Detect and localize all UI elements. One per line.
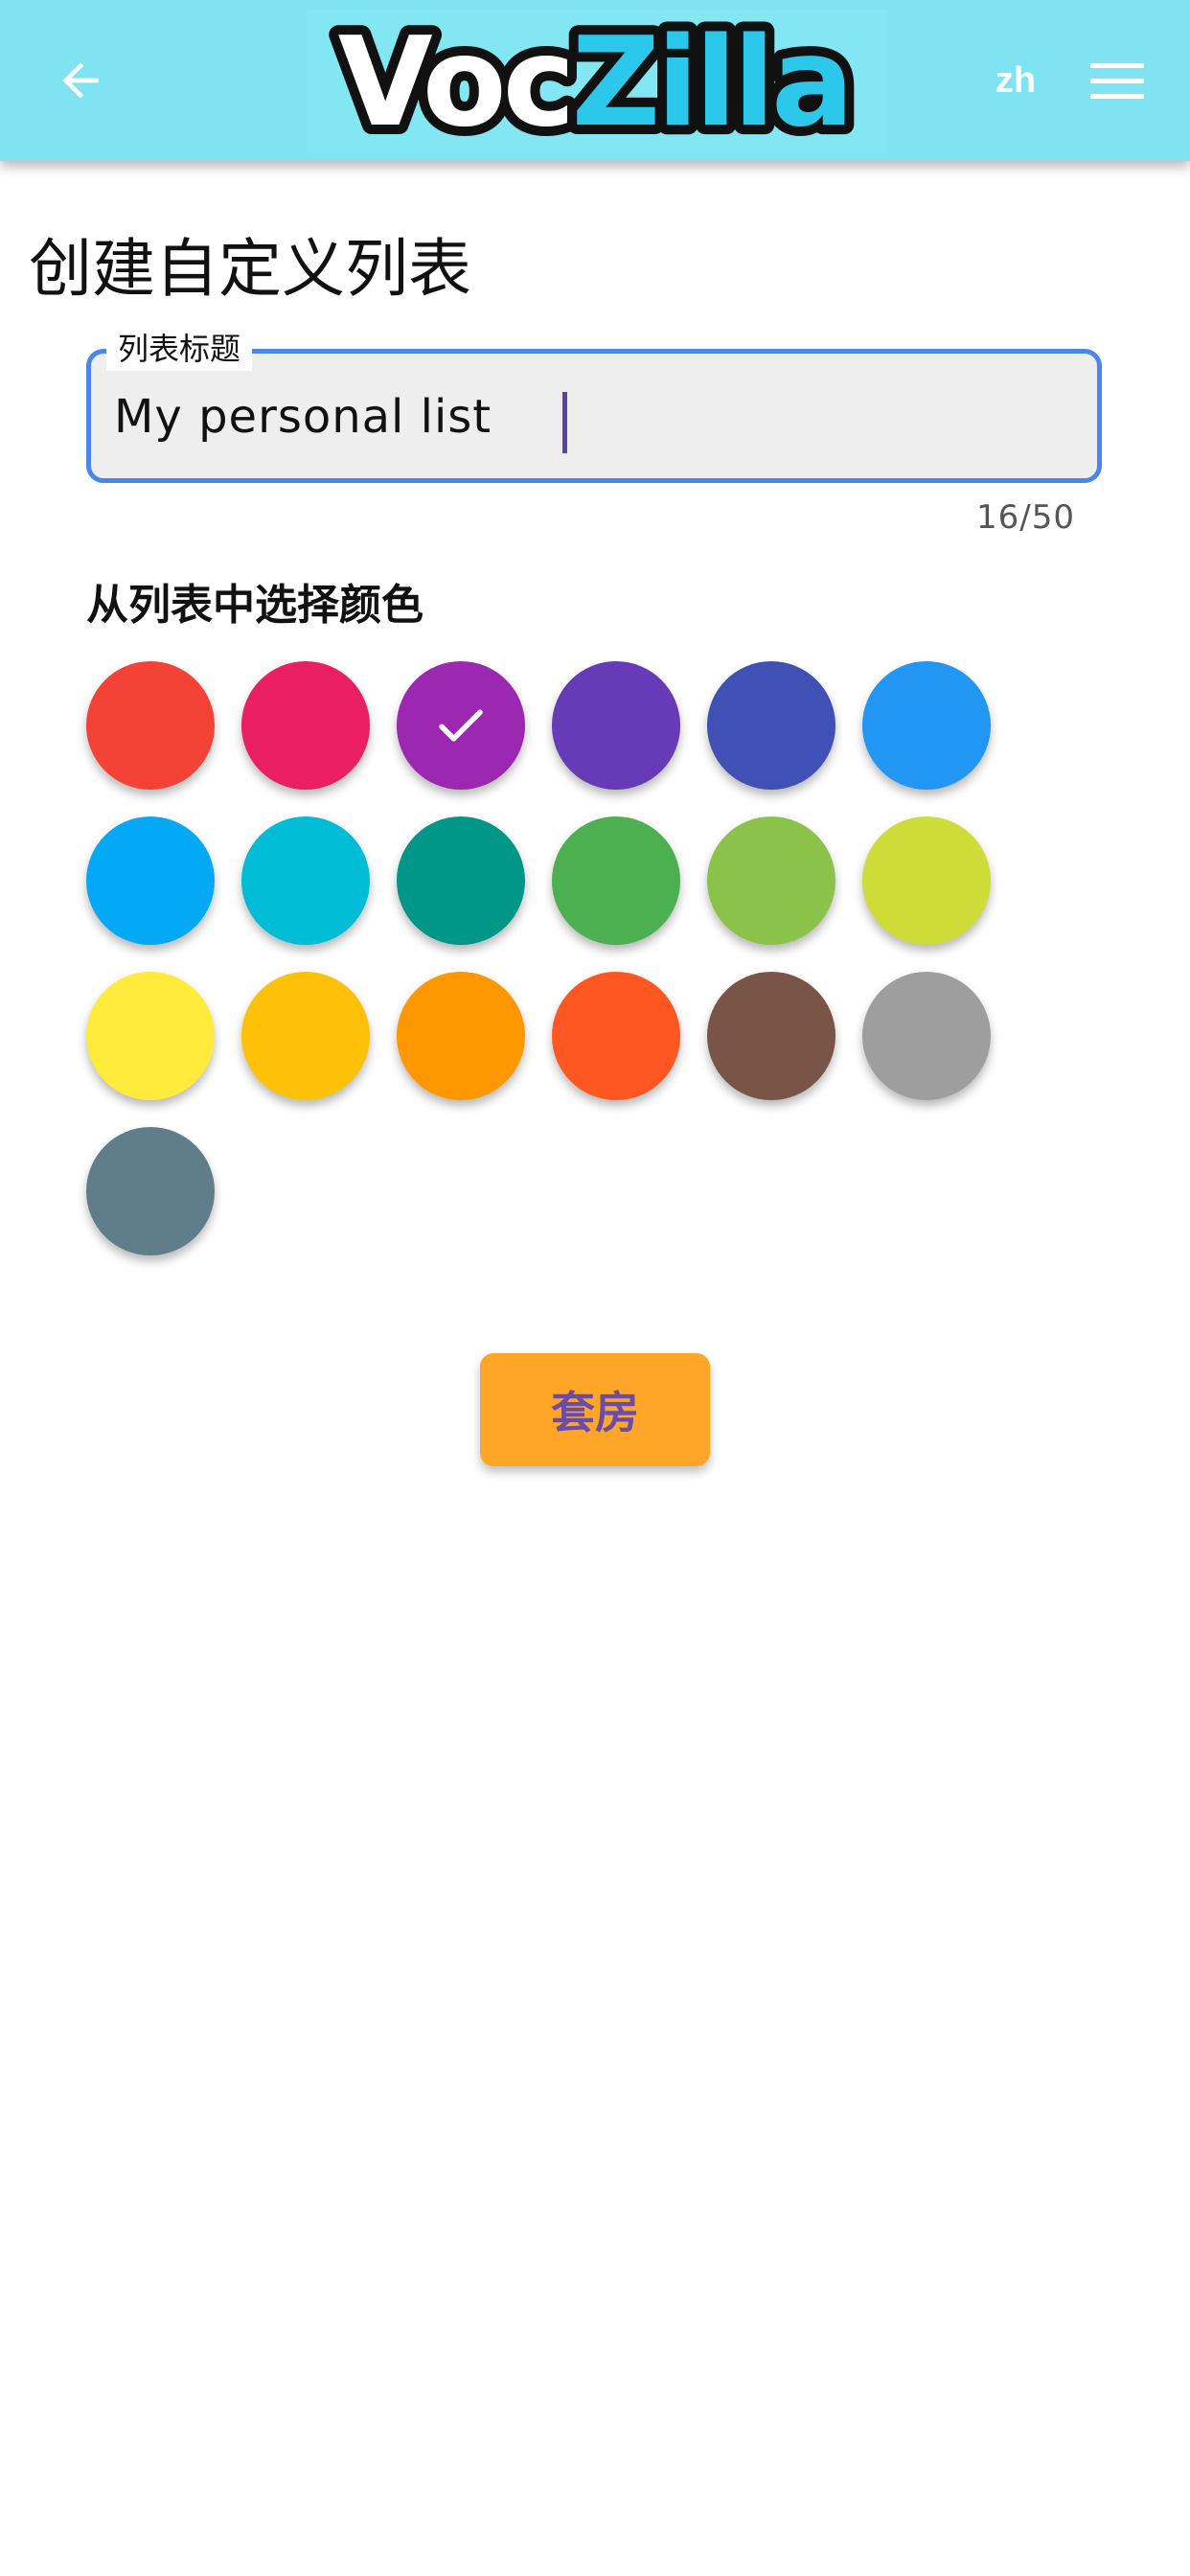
menu-button[interactable]	[1090, 54, 1152, 107]
color-swatch-purple[interactable]	[397, 661, 525, 790]
list-title-label: 列表标题	[106, 327, 253, 371]
text-caret	[562, 392, 567, 453]
color-swatch-teal[interactable]	[397, 816, 525, 945]
hamburger-menu-icon-line	[1090, 78, 1144, 83]
color-swatch-blue[interactable]	[862, 661, 991, 790]
arrow-left-icon	[62, 62, 99, 99]
language-button[interactable]: zh	[977, 54, 1054, 107]
app-logo: VocZilla VocZilla	[307, 10, 887, 153]
list-title-field[interactable]: 列表标题	[86, 327, 1102, 483]
color-swatch-yellow[interactable]	[86, 972, 215, 1100]
submit-button[interactable]: 套房	[480, 1353, 710, 1466]
color-swatch-deep-orange[interactable]	[552, 972, 680, 1100]
color-swatch-cyan[interactable]	[241, 816, 370, 945]
color-swatch-grey[interactable]	[862, 972, 991, 1100]
back-button[interactable]	[46, 46, 115, 115]
color-swatch-light-blue[interactable]	[86, 816, 215, 945]
color-swatch-red[interactable]	[86, 661, 215, 790]
color-swatch-green[interactable]	[552, 816, 680, 945]
svg-text:VocZilla: VocZilla	[338, 12, 851, 153]
logo-text-zilla: Zilla	[572, 12, 851, 153]
character-counter: 16/50	[976, 498, 1075, 537]
color-swatch-lime[interactable]	[862, 816, 991, 945]
list-title-input[interactable]	[114, 388, 1053, 446]
color-swatch-indigo[interactable]	[707, 661, 835, 790]
color-swatch-blue-grey[interactable]	[86, 1127, 215, 1255]
app-bar: VocZilla VocZilla zh	[0, 0, 1190, 161]
color-swatch-light-green[interactable]	[707, 816, 835, 945]
color-swatch-amber[interactable]	[241, 972, 370, 1100]
color-swatch-orange[interactable]	[397, 972, 525, 1100]
page-title: 创建自定义列表	[29, 232, 471, 306]
hamburger-menu-icon-line	[1090, 62, 1144, 68]
color-swatch-brown[interactable]	[707, 972, 835, 1100]
checkmark-icon	[439, 709, 483, 742]
color-section-title: 从列表中选择颜色	[86, 581, 423, 630]
logo-text-voc: Voc	[338, 12, 572, 153]
voczilla-logo: VocZilla VocZilla	[329, 10, 864, 153]
color-swatch-pink[interactable]	[241, 661, 370, 790]
hamburger-menu-icon-line	[1090, 93, 1144, 99]
color-swatch-deep-purple[interactable]	[552, 661, 680, 790]
